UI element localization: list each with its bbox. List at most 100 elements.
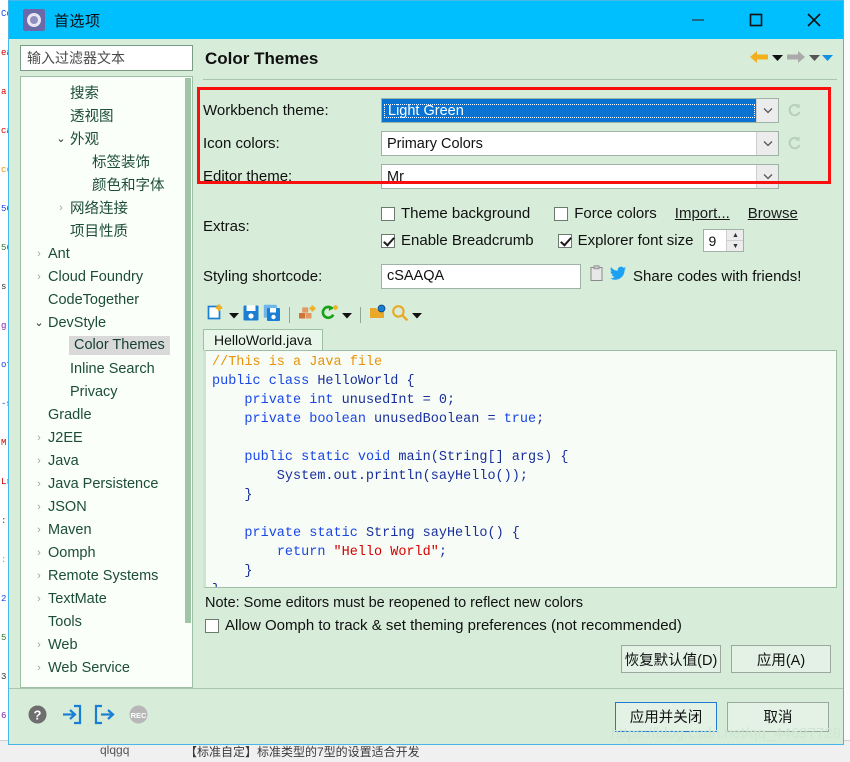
stepper-up-icon[interactable]: ▲ xyxy=(727,230,743,241)
tree-item-oomph[interactable]: ›Oomph xyxy=(21,541,192,564)
editor-theme-select[interactable]: Mr xyxy=(381,164,779,189)
tree-item-label: Tools xyxy=(47,614,82,630)
chevron-down-icon[interactable]: ⌄ xyxy=(53,132,69,145)
chevron-right-icon[interactable]: › xyxy=(31,271,47,283)
chevron-right-icon[interactable]: › xyxy=(31,570,47,582)
save-icon[interactable] xyxy=(242,304,260,327)
explorer-font-size-checkbox[interactable] xyxy=(558,234,572,248)
tree-item-java[interactable]: ›Java xyxy=(21,449,192,472)
tree-item-color-themes[interactable]: Color Themes xyxy=(21,334,192,357)
forward-history-chevron-down-icon[interactable] xyxy=(809,54,820,64)
twitter-bird-icon[interactable] xyxy=(610,266,627,286)
tree-scrollbar[interactable] xyxy=(185,78,191,686)
close-button[interactable] xyxy=(785,1,843,39)
tree-item-label: Color Themes xyxy=(69,336,170,355)
clipboard-icon[interactable] xyxy=(589,265,604,287)
tree-item-[interactable]: 标签装饰 xyxy=(21,150,192,173)
export-icon[interactable] xyxy=(94,704,116,730)
chevron-down-icon[interactable] xyxy=(756,99,778,122)
search-icon[interactable] xyxy=(391,304,409,327)
force-colors-checkbox[interactable] xyxy=(554,207,568,221)
tree-item-json[interactable]: ›JSON xyxy=(21,495,192,518)
new-file-icon[interactable] xyxy=(207,303,226,327)
stepper-down-icon[interactable]: ▼ xyxy=(727,241,743,251)
code-line: System.out.println(sayHello()); xyxy=(212,469,836,488)
tree-item-privacy[interactable]: Privacy xyxy=(21,380,192,403)
record-icon[interactable]: REC xyxy=(128,704,149,730)
browse-link[interactable]: Browse xyxy=(748,205,798,222)
tree-item-tools[interactable]: Tools xyxy=(21,610,192,633)
chevron-right-icon[interactable]: › xyxy=(31,593,47,605)
open-resource-icon[interactable] xyxy=(369,304,388,326)
chevron-right-icon[interactable]: › xyxy=(31,662,47,674)
tree-item-[interactable]: 颜色和字体 xyxy=(21,173,192,196)
chevron-right-icon[interactable]: › xyxy=(53,202,69,214)
tree-item-inline-search[interactable]: Inline Search xyxy=(21,357,192,380)
styling-shortcode-input[interactable] xyxy=(381,264,581,289)
back-arrow-icon[interactable] xyxy=(748,49,770,70)
code-line: } xyxy=(212,564,836,583)
save-all-icon[interactable] xyxy=(263,304,281,327)
apply-button[interactable]: 应用(A) xyxy=(731,645,831,673)
workbench-theme-select[interactable]: Light Green xyxy=(381,98,779,123)
tree-item-remote-systems[interactable]: ›Remote Systems xyxy=(21,564,192,587)
tree-item-devstyle[interactable]: ⌄DevStyle xyxy=(21,311,192,334)
tree-item-maven[interactable]: ›Maven xyxy=(21,518,192,541)
preview-tab-helloworld[interactable]: HelloWorld.java xyxy=(203,329,323,350)
tree-item-web[interactable]: ›Web xyxy=(21,633,192,656)
import-link[interactable]: Import... xyxy=(675,205,730,222)
tree-item-textmate[interactable]: ›TextMate xyxy=(21,587,192,610)
import-icon[interactable] xyxy=(60,704,82,730)
chevron-right-icon[interactable]: › xyxy=(31,547,47,559)
minimize-button[interactable] xyxy=(669,1,727,39)
preferences-gear-icon xyxy=(23,9,45,31)
editor-theme-label: Editor theme: xyxy=(203,168,381,185)
build-icon[interactable] xyxy=(298,304,317,327)
refresh-run-icon[interactable] xyxy=(320,304,339,327)
tree-item-[interactable]: 项目性质 xyxy=(21,219,192,242)
maximize-button[interactable] xyxy=(727,1,785,39)
chevron-right-icon[interactable]: › xyxy=(31,524,47,536)
preferences-tree[interactable]: 搜索透视图⌄外观标签装饰颜色和字体›网络连接项目性质›Ant›Cloud Fou… xyxy=(20,76,193,688)
chevron-right-icon[interactable]: › xyxy=(31,455,47,467)
tree-item-label: Oomph xyxy=(47,545,96,561)
tree-item-gradle[interactable]: Gradle xyxy=(21,403,192,426)
help-icon[interactable]: ? xyxy=(27,704,48,730)
tree-item-cloud-foundry[interactable]: ›Cloud Foundry xyxy=(21,265,192,288)
chevron-right-icon[interactable]: › xyxy=(31,639,47,651)
view-menu-chevron-down-icon[interactable] xyxy=(822,54,833,64)
preferences-dialog: 首选项 搜索透视图⌄外观标签装饰颜色和字体›网络连接项目性质›Ant›Cloud… xyxy=(8,0,844,745)
filter-box[interactable] xyxy=(20,45,193,71)
tree-item-codetogether[interactable]: CodeTogether xyxy=(21,288,192,311)
workbench-theme-refresh-icon[interactable] xyxy=(779,102,809,119)
chevron-down-icon[interactable]: ⌄ xyxy=(31,316,47,329)
explorer-font-size-stepper[interactable]: 9 ▲ ▼ xyxy=(703,229,744,252)
search-chevron-down-icon[interactable] xyxy=(412,306,422,324)
refresh-run-chevron-down-icon[interactable] xyxy=(342,306,352,324)
tree-item-[interactable]: ⌄外观 xyxy=(21,127,192,150)
chevron-right-icon[interactable]: › xyxy=(31,478,47,490)
forward-arrow-icon[interactable] xyxy=(785,49,807,70)
tree-item-java-persistence[interactable]: ›Java Persistence xyxy=(21,472,192,495)
tree-item-[interactable]: 搜索 xyxy=(21,81,192,104)
filter-input[interactable] xyxy=(25,49,188,67)
icon-colors-select[interactable]: Primary Colors xyxy=(381,131,779,156)
new-file-chevron-down-icon[interactable] xyxy=(229,306,239,324)
chevron-right-icon[interactable]: › xyxy=(31,501,47,513)
restore-defaults-button[interactable]: 恢复默认值(D) xyxy=(621,645,721,673)
back-history-chevron-down-icon[interactable] xyxy=(772,54,783,64)
tree-item-j2ee[interactable]: ›J2EE xyxy=(21,426,192,449)
chevron-down-icon[interactable] xyxy=(756,132,778,155)
tree-item-ant[interactable]: ›Ant xyxy=(21,242,192,265)
tree-item-[interactable]: 透视图 xyxy=(21,104,192,127)
theme-background-checkbox[interactable] xyxy=(381,207,395,221)
tree-item-web-service[interactable]: ›Web Service xyxy=(21,656,192,679)
chevron-right-icon[interactable]: › xyxy=(31,432,47,444)
icon-colors-refresh-icon[interactable] xyxy=(779,135,809,152)
chevron-right-icon[interactable]: › xyxy=(31,248,47,260)
tree-item-[interactable]: ›网络连接 xyxy=(21,196,192,219)
page-title: Color Themes xyxy=(205,49,318,69)
enable-breadcrumb-checkbox[interactable] xyxy=(381,234,395,248)
oomph-tracking-checkbox[interactable] xyxy=(205,619,219,633)
chevron-down-icon[interactable] xyxy=(756,165,778,188)
